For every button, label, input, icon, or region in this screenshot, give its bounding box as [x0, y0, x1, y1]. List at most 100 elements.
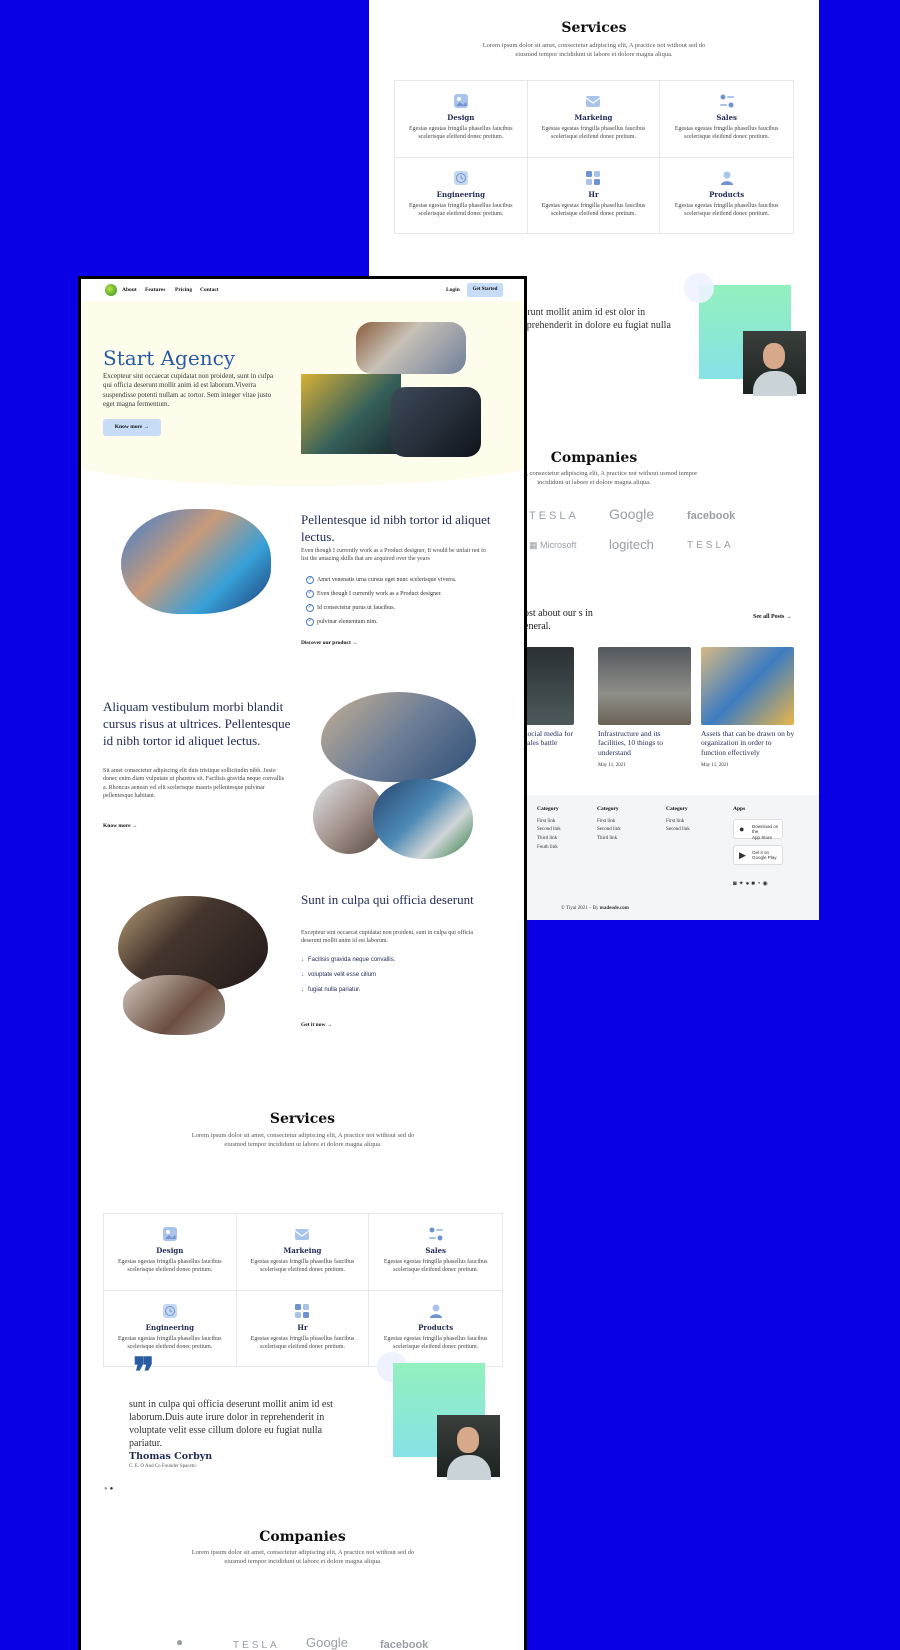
testimonial-photo [743, 331, 806, 396]
service-card-engineering[interactable]: Engineering Egestas egestas fringilla ph… [395, 157, 528, 233]
microsoft-logo: ▦ Microsoft [529, 540, 577, 551]
checklist-item: ✓ Even though I currently work as a Produ… [306, 589, 442, 598]
decorative-circle [684, 273, 714, 303]
footer-link[interactable]: Fouth link [537, 844, 561, 853]
app-store-button[interactable]: ● Download on the App Store [733, 819, 783, 840]
pinterest-icon[interactable]: ◉ [763, 881, 770, 887]
know-more-link[interactable]: Know more → [103, 823, 137, 829]
footer-apps: Apps [733, 805, 745, 818]
nav-link-pricing[interactable]: Pricing [175, 287, 192, 293]
footer-link[interactable]: Third link [537, 835, 561, 844]
service-name: Design [156, 1246, 184, 1255]
service-name: Sales [425, 1246, 446, 1255]
nav-link-about[interactable]: About [122, 287, 137, 293]
check-icon: ✓ [306, 603, 314, 612]
service-card-products[interactable]: Products Egestas egestas fringilla phase… [660, 158, 793, 234]
checklist-item: ✓ Amet venenatis urna cursus eget nunc sc… [306, 575, 457, 584]
footer-link[interactable]: Second link [597, 826, 621, 835]
post-image[interactable] [701, 647, 794, 725]
tesla-logo: TESLA [687, 540, 734, 551]
service-card-engineering[interactable]: Engineering Egestas egestas fringilla ph… [104, 1290, 237, 1366]
footer-link[interactable]: First link [666, 818, 690, 827]
feature-title: Pellentesque id nibh tortor id aliquet l… [301, 512, 491, 544]
footer-heading: Apps [733, 806, 746, 812]
post-title[interactable]: Assets that can be drawn on by organizat… [701, 729, 796, 757]
list-item: ↓ Facilisis gravida neque convallis. [301, 957, 396, 963]
clock-icon [162, 1303, 177, 1318]
footer-heading: Category [597, 806, 619, 812]
know-more-button[interactable]: Know more → [103, 419, 161, 436]
footer-link[interactable]: Second link [537, 826, 561, 835]
hero-photo-laptop [391, 387, 481, 457]
services-grid: Design Egestas egestas fringilla phasell… [103, 1213, 503, 1367]
arrow-down-icon: ↓ [301, 957, 304, 963]
footer-link[interactable]: First link [597, 818, 621, 827]
apple-icon: ● [176, 1635, 184, 1649]
feature-checklist: ✓ Amet venenatis urna cursus eget nunc sc… [306, 575, 456, 631]
services-subtitle: Lorem ipsum dolor sit amet, consectetur … [482, 42, 706, 58]
service-name: Engineering [436, 189, 485, 199]
login-link[interactable]: Login [446, 287, 460, 293]
brand-logo-icon[interactable] [105, 284, 117, 296]
footer-column: Category First link Second link [666, 805, 690, 835]
post-title[interactable]: Infrastructure and its facilities, 10 th… [598, 729, 688, 757]
get-it-now-link[interactable]: Get it now → [301, 1022, 332, 1028]
footer-link[interactable]: Second link [666, 826, 690, 835]
blog-heading: post about our s in general. [519, 608, 593, 632]
service-name: Sales [716, 113, 737, 122]
see-all-posts-link[interactable]: See all Posts → [753, 614, 792, 620]
apple-icon: ● [739, 824, 745, 834]
google-play-button[interactable]: ▶ Get it on Google Play [733, 845, 783, 865]
list-item: ↓ fugiat nulla pariatur. [301, 987, 361, 993]
hero-description: Excepteur sint occaecat cupidatat non pr… [103, 372, 274, 409]
testimonial-photo [437, 1415, 500, 1480]
arrow-right-icon: → [352, 640, 358, 646]
credit-link[interactable]: madeode.com [600, 906, 629, 911]
service-desc: Egestas egestas fringilla phasellus fauc… [674, 202, 779, 217]
service-card-sales[interactable]: Sales Egestas egestas fringilla phasellu… [660, 81, 793, 158]
footer-link[interactable]: First link [537, 818, 561, 827]
facebook-logo: facebook [687, 510, 736, 522]
service-card-marketing[interactable]: Markeing Egestas egestas fringilla phase… [527, 81, 661, 158]
services-title: Services [561, 20, 627, 36]
arrow-down-icon: ↓ [301, 972, 304, 978]
check-icon: ✓ [306, 589, 314, 598]
service-card-hr[interactable]: Hr Egestas egestas fringilla phasellus f… [528, 157, 661, 233]
service-desc: Egestas egestas fringilla phasellus fauc… [383, 1259, 488, 1274]
service-desc: Egestas egestas fringilla phasellus fauc… [118, 1259, 222, 1274]
nav-link-features[interactable]: Features [145, 287, 165, 293]
windows-icon: ▦ [529, 540, 538, 550]
mail-icon [295, 1229, 310, 1240]
footer-column: Category First link Second link Third li… [537, 805, 561, 853]
service-card-design[interactable]: Design Egestas egestas fringilla phasell… [104, 1214, 237, 1291]
arrow-right-icon: → [326, 1022, 333, 1028]
service-desc: Egestas egestas fringilla phasellus fauc… [541, 126, 646, 141]
service-card-hr[interactable]: Hr Egestas egestas fringilla phasellus f… [237, 1290, 370, 1366]
user-icon [720, 171, 733, 185]
hero-title: Start Agency [103, 346, 236, 370]
service-card-sales[interactable]: Sales Egestas egestas fringilla phasellu… [369, 1214, 502, 1291]
twitter-icon[interactable]: ✦ [739, 881, 746, 887]
google-logo: Google [306, 1635, 348, 1650]
service-desc: Egestas egestas fringilla phasellus fauc… [250, 1259, 355, 1274]
discover-product-link[interactable]: Discover our product → [301, 640, 358, 646]
get-started-button[interactable]: Get Started [467, 283, 503, 297]
feature-photo-team [121, 509, 271, 614]
footer-column: Category First link Second link Third li… [597, 805, 621, 844]
service-card-marketing[interactable]: Markeing Egestas egestas fringilla phase… [236, 1214, 370, 1291]
carousel-dots[interactable]: ●● [104, 1486, 115, 1492]
post-title[interactable]: g social media for e sales battle [519, 729, 577, 748]
service-name: Markeing [283, 1246, 322, 1255]
grid-icon [295, 1303, 310, 1318]
mail-icon [586, 96, 601, 107]
service-desc: Egestas egestas fringilla phasellus fauc… [118, 1335, 222, 1350]
arrow-down-icon: ↓ [301, 987, 304, 993]
logitech-logo: logitech [609, 537, 654, 552]
social-links: ◙✦●■◔◉ [733, 880, 770, 887]
footer-link[interactable]: Third link [597, 835, 621, 844]
post-image[interactable] [598, 647, 691, 725]
service-card-design[interactable]: Design Egestas egestas fringilla phasell… [395, 81, 528, 158]
hero-photo-meeting [356, 322, 466, 374]
nav-link-contact[interactable]: Contact [200, 287, 219, 293]
carousel-dot-active[interactable]: ● [110, 1486, 116, 1492]
